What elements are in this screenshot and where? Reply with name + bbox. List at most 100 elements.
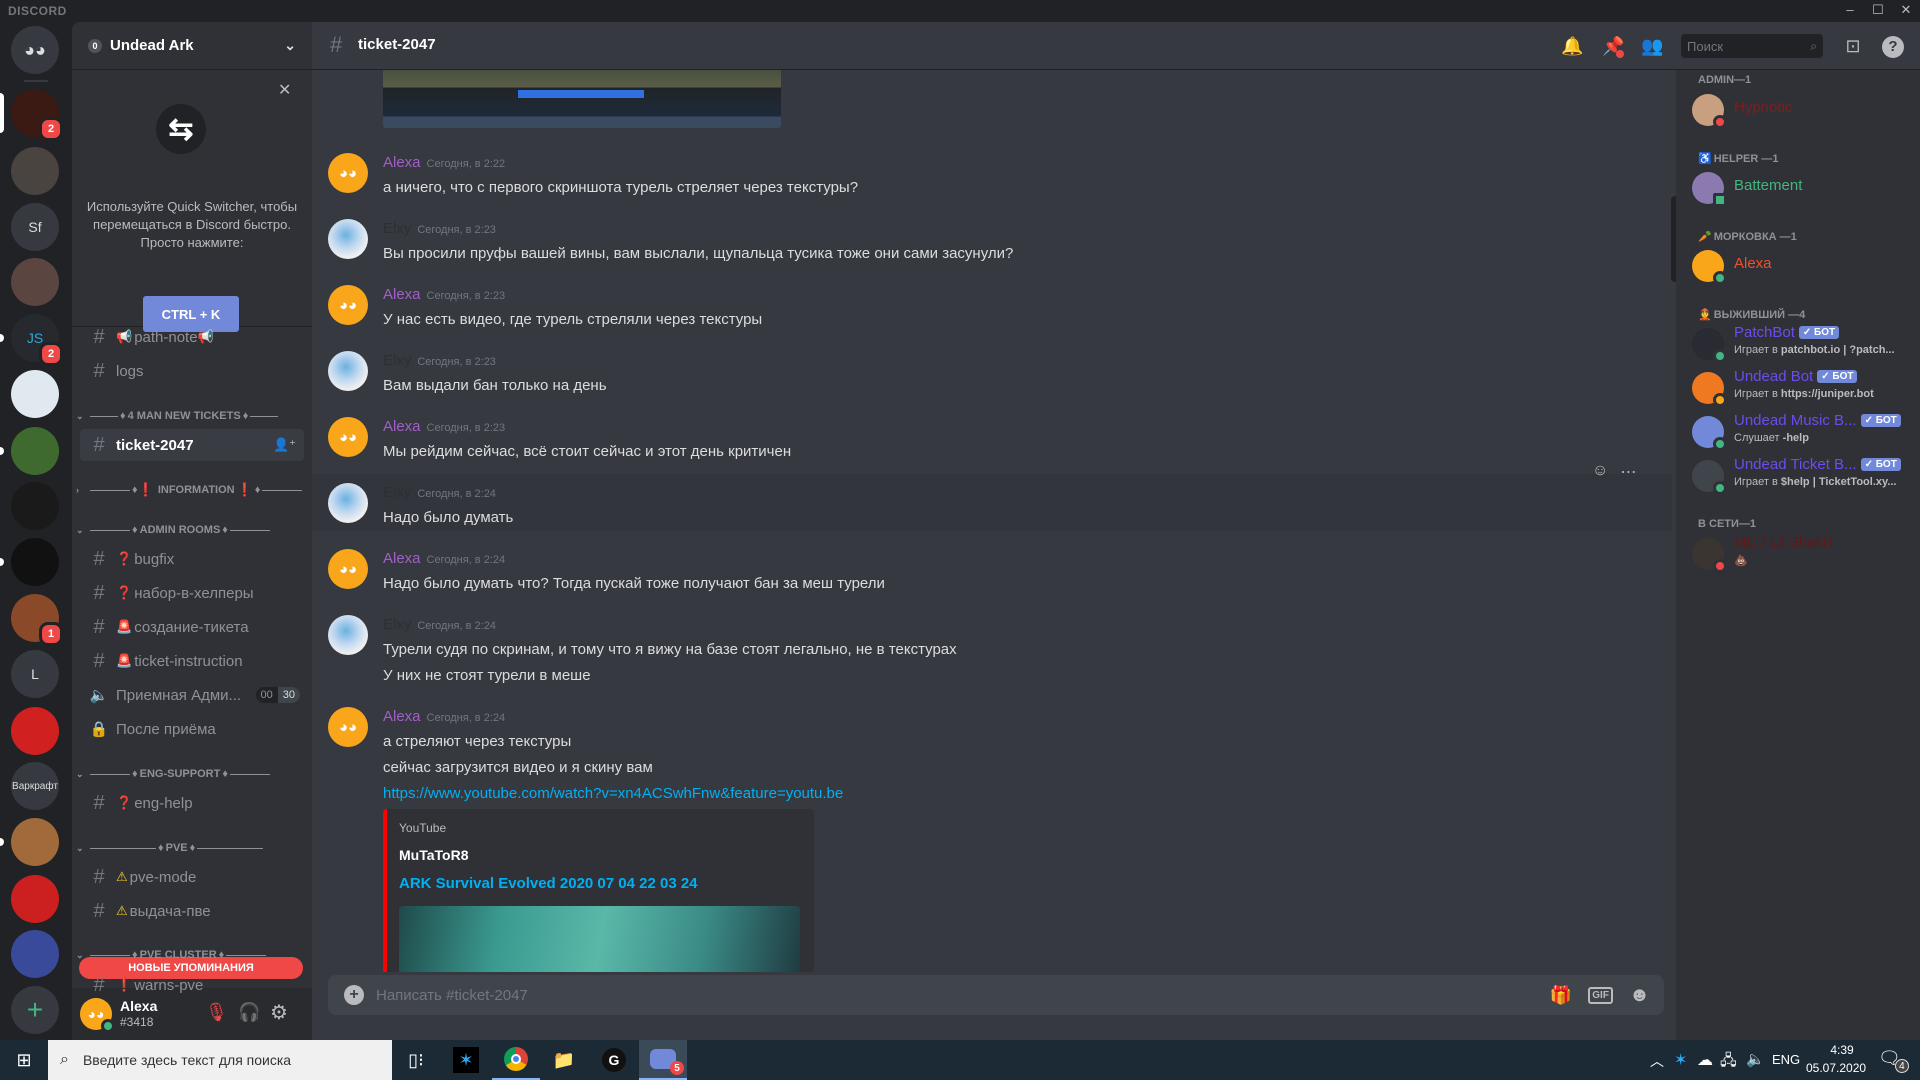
- member-item[interactable]: Alexa: [1684, 244, 1914, 288]
- channel-text[interactable]: # ⚠ выдача-пве: [80, 895, 304, 927]
- close-icon[interactable]: ✕: [278, 80, 291, 100]
- embed-author[interactable]: MuTaToR8: [399, 847, 802, 863]
- task-view-icon[interactable]: ▯⁝: [392, 1040, 440, 1080]
- network-icon[interactable]: 🖧: [1720, 1050, 1737, 1075]
- server-icon[interactable]: [11, 258, 59, 306]
- server-icon[interactable]: 2: [11, 89, 63, 141]
- help-icon[interactable]: ?: [1882, 36, 1904, 58]
- server-icon[interactable]: +: [11, 986, 59, 1034]
- channel-text[interactable]: # 📢 path-note 📢: [80, 321, 304, 353]
- server-icon[interactable]: Sf: [11, 203, 59, 251]
- inbox-icon[interactable]: ⊡: [1842, 36, 1864, 58]
- message-composer[interactable]: + Написать #ticket-2047 🎁 GIF ☻: [328, 975, 1664, 1015]
- user-avatar[interactable]: [328, 483, 368, 523]
- server-icon[interactable]: [11, 482, 59, 530]
- guild-header[interactable]: 0 Undead Ark ⌄: [72, 22, 312, 70]
- message-author[interactable]: Alexa: [383, 550, 421, 567]
- pin-icon[interactable]: 📌: [1602, 36, 1624, 58]
- discord-home-button[interactable]: ◕◕: [11, 26, 59, 74]
- gif-button[interactable]: GIF: [1588, 986, 1613, 1004]
- onedrive-cloud-icon[interactable]: ☁: [1697, 1050, 1713, 1070]
- message-author[interactable]: Alexa: [383, 418, 421, 435]
- close-window-button[interactable]: ✕: [1896, 2, 1916, 18]
- channel-text[interactable]: # ❓ bugfix: [80, 543, 304, 575]
- notification-center-icon[interactable]: 🗨 4: [1878, 1048, 1909, 1073]
- user-avatar[interactable]: [328, 351, 368, 391]
- server-icon[interactable]: [11, 427, 59, 475]
- server-icon[interactable]: [11, 930, 59, 978]
- add-reaction-icon[interactable]: ☺: [1592, 462, 1608, 482]
- image-attachment[interactable]: [383, 70, 781, 128]
- channel-category[interactable]: ⌄ ♦ ADMIN ROOMS ♦: [74, 521, 310, 539]
- channel-category[interactable]: ⌄ ♦ PVE CLUSTER ♦: [74, 946, 310, 964]
- channel-text[interactable]: # logs: [80, 355, 304, 387]
- channel-text[interactable]: # 🚨 создание-тикета: [80, 611, 304, 643]
- channel-text[interactable]: # ❓ набор-в-хелперы: [80, 577, 304, 609]
- member-item[interactable]: Hypnotic: [1684, 88, 1914, 132]
- battle-net-icon[interactable]: ✶: [442, 1040, 490, 1080]
- chrome-icon[interactable]: [492, 1040, 540, 1080]
- user-avatar[interactable]: ◕◕: [80, 998, 115, 1033]
- mute-microphone-icon[interactable]: 🎙: [205, 1002, 228, 1023]
- battle-net-tray-icon[interactable]: ✶: [1674, 1050, 1687, 1070]
- server-icon[interactable]: L: [11, 650, 59, 698]
- server-icon[interactable]: [11, 875, 59, 923]
- message-author[interactable]: Elxy: [383, 616, 411, 633]
- channel-category[interactable]: ⌄ ♦ 4 MAN NEW TICKETS ♦: [74, 407, 310, 425]
- channel-text[interactable]: # 🚨 ticket-instruction: [80, 645, 304, 677]
- channel-text[interactable]: # ticket-2047 👤⁺: [80, 429, 304, 461]
- member-item[interactable]: Undead Music B... ✓ БОТ Слушает -help: [1684, 410, 1914, 454]
- channel-voice[interactable]: 🔈 Приемная Адми... 00 30: [80, 679, 304, 711]
- member-item[interactable]: MC / Lil ShaNT 💩: [1684, 532, 1914, 576]
- embed-video-thumbnail[interactable]: [399, 906, 800, 972]
- user-avatar[interactable]: ◕◕: [328, 707, 368, 747]
- message-author[interactable]: Elxy: [383, 484, 411, 501]
- message-author[interactable]: Elxy: [383, 220, 411, 237]
- message-author[interactable]: Alexa: [383, 154, 421, 171]
- server-icon[interactable]: [11, 818, 59, 866]
- member-list-icon[interactable]: 👥: [1641, 36, 1663, 58]
- discord-taskbar-icon[interactable]: 5: [639, 1040, 687, 1080]
- channel-category[interactable]: ⌄ ♦ PVE ♦: [74, 839, 310, 857]
- embed-provider[interactable]: YouTube: [399, 821, 802, 835]
- gift-icon[interactable]: 🎁: [1550, 985, 1572, 1006]
- server-icon[interactable]: JS 2: [11, 314, 63, 366]
- clock-time[interactable]: 4:39: [1822, 1043, 1862, 1057]
- file-explorer-icon[interactable]: 📁: [540, 1040, 588, 1080]
- message-author[interactable]: Alexa: [383, 286, 421, 303]
- more-options-icon[interactable]: ⋯: [1620, 462, 1636, 482]
- server-icon[interactable]: [11, 538, 59, 586]
- member-item[interactable]: Undead Bot ✓ БОТ Играет в https://juniper.…: [1684, 366, 1914, 410]
- invite-member-icon[interactable]: 👤⁺: [273, 437, 296, 453]
- user-avatar[interactable]: ◕◕: [328, 549, 368, 589]
- channel-category[interactable]: ⌄ ♦ ENG-SUPPORT ♦: [74, 765, 310, 783]
- minimize-button[interactable]: –: [1840, 2, 1860, 17]
- channel-text[interactable]: # ⚠ pve-mode: [80, 861, 304, 893]
- message-author[interactable]: Elxy: [383, 352, 411, 369]
- clock-date[interactable]: 05.07.2020: [1806, 1061, 1866, 1075]
- server-icon[interactable]: Варкрафт: [11, 762, 59, 810]
- message-input[interactable]: Написать #ticket-2047: [376, 987, 1550, 1004]
- windows-start-icon[interactable]: ⊞: [0, 1040, 48, 1080]
- user-avatar[interactable]: ◕◕: [328, 285, 368, 325]
- language-indicator[interactable]: ENG: [1772, 1052, 1800, 1067]
- logitech-g-icon[interactable]: G: [590, 1040, 638, 1080]
- channel-locked[interactable]: 🔒 После приёма: [80, 713, 304, 745]
- member-item[interactable]: Battement: [1684, 166, 1914, 210]
- server-icon[interactable]: [11, 147, 59, 195]
- message-author[interactable]: Alexa: [383, 708, 421, 725]
- bell-icon[interactable]: 🔔: [1561, 36, 1583, 58]
- emoji-picker-icon[interactable]: ☻: [1629, 984, 1650, 1007]
- user-avatar[interactable]: [328, 615, 368, 655]
- user-avatar[interactable]: ◕◕: [328, 153, 368, 193]
- maximize-button[interactable]: ☐: [1868, 2, 1888, 18]
- user-avatar[interactable]: ◕◕: [328, 417, 368, 457]
- server-icon[interactable]: 1: [11, 594, 63, 646]
- taskbar-search-input[interactable]: ⌕ Введите здесь текст для поиска: [48, 1040, 392, 1080]
- member-item[interactable]: PatchBot ✓ БОТ Играет в patchbot.io | ?pat…: [1684, 322, 1914, 366]
- server-icon[interactable]: [11, 707, 59, 755]
- server-icon[interactable]: [11, 370, 59, 418]
- volume-icon[interactable]: 🔈: [1746, 1050, 1765, 1068]
- settings-gear-icon[interactable]: ⚙: [270, 1000, 288, 1025]
- channel-text[interactable]: # ❗ warns-pve: [80, 969, 304, 1001]
